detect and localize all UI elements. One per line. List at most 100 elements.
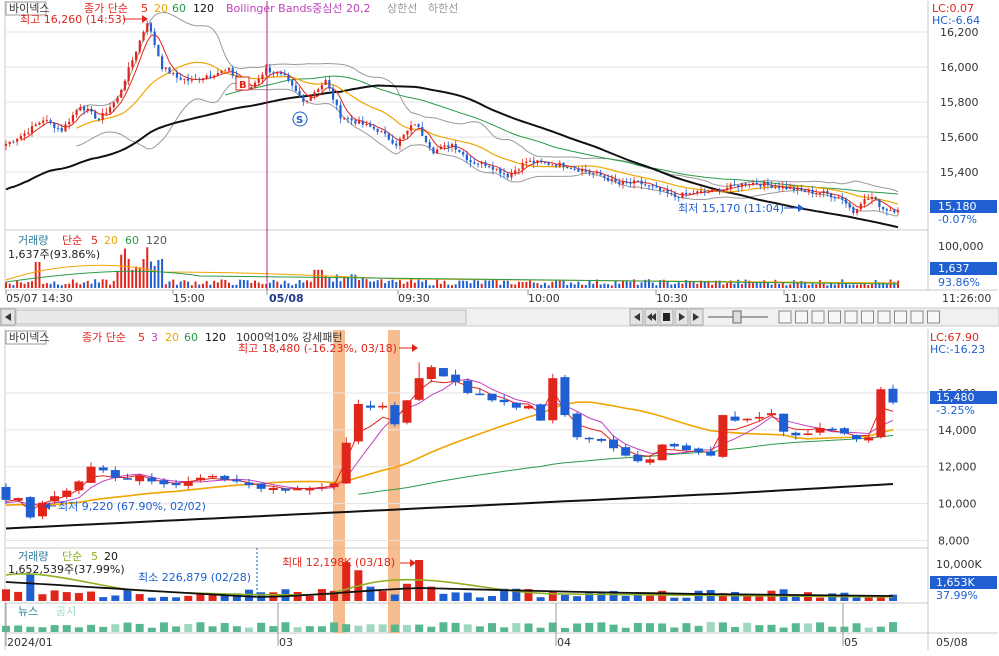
top-volume-bar [421,281,424,288]
news-bar [184,624,193,632]
bottom-volume-bar [111,595,120,601]
toolbar-tool-icon[interactable] [877,310,891,324]
top-volume-bar [454,284,457,288]
top-candle-body [488,166,491,168]
top-candle-body [120,89,123,98]
top-candle-body [718,189,721,192]
top-candle-body [803,190,807,192]
top-volume-bar [365,279,368,288]
top-candle-body [818,193,822,195]
bottom-volume-bar [87,591,96,601]
top-volume-bar [135,266,138,288]
top-time-label: 11:00 [784,292,816,305]
bottom-volume-bar [536,597,545,601]
top-volume-bar [306,280,309,288]
toolbar-tool-icon[interactable] [861,310,874,324]
top-candle-body [172,72,175,74]
top-candle-body [882,206,885,210]
top-volume-bar [462,280,465,288]
top-volume-bar [164,284,167,288]
top-candle-body [380,131,383,133]
top-candle-body [737,185,740,187]
toolbar-tool-icon[interactable] [894,310,907,324]
top-volume-bar [621,280,624,288]
top-candle-body [450,144,454,148]
zoom-slider-handle[interactable] [732,310,742,324]
top-volume-bar [674,283,676,288]
chart-canvas[interactable]: 15,400 15,600 15,800 16,000 16,200 바이넥스 종가 단… [0,0,999,652]
news-bar [731,626,740,632]
bottom-volume-bar [26,574,35,601]
top-candle-body [75,110,78,116]
bottom-volume-bar [439,593,448,601]
top-candle-body [391,139,394,144]
top-candle-body [558,162,561,167]
top-candle-body [644,184,647,186]
top-candle-body [651,185,654,187]
top-volume-bar [261,283,264,288]
top-candle-body [421,126,424,136]
top-candle-body [703,190,706,192]
news-bar [378,624,387,632]
top-candle-body [465,154,468,161]
bottom-candle-body [98,467,108,471]
top-candle-body [625,181,628,183]
top-candle-body [439,146,442,150]
top-candle-body [257,79,260,83]
news-bar [536,627,545,632]
top-candle-body [346,118,350,120]
top-candle-body [733,184,736,186]
bottom-candle-body [147,477,157,482]
top-volume-bar [562,280,565,288]
bottom-volume-bar [658,590,667,601]
bottom-volume-bar [876,597,885,601]
top-volume-bar [16,280,19,288]
top-candle-body [618,181,621,185]
news-bar [451,622,460,632]
toolbar-tool-icon[interactable] [910,310,924,324]
top-candle-body [38,122,41,125]
top-volume-box-value: 1,637 [938,262,970,275]
top-candle-body [94,111,97,119]
toolbar-tool-icon[interactable] [778,310,792,324]
top-candle-body [655,186,658,188]
bottom-candle-body [390,405,400,425]
top-volume-bar [142,259,145,288]
top-candle-body [696,191,699,194]
top-candle-body [395,143,398,146]
top-candle-body [343,118,346,120]
top-candle-body [201,78,205,80]
top-volume-legend-60: 60 [125,234,139,247]
top-candle-body [480,162,483,164]
news-bar [172,626,181,632]
top-candle-body [822,191,825,194]
bottom-volume-bar [305,595,314,601]
toolbar-tool-icon[interactable] [844,310,858,324]
toolbar-tool-icon[interactable] [795,310,808,324]
buy-marker-label: B [239,80,247,91]
top-candle-body [198,78,201,80]
toolbar-tool-icon[interactable] [811,310,825,324]
top-volume-bar [94,279,97,288]
top-volume-bar [86,280,89,288]
top-candle-body [796,187,799,191]
scroll-track[interactable] [15,309,467,325]
top-volume-bar [116,270,119,288]
bottom-candle-body [475,393,485,396]
news-bar [111,624,120,632]
top-candle-body [711,189,714,192]
top-volume-bar [755,282,758,288]
top-volume-bar [8,283,11,288]
top-candle-body [134,51,138,61]
bottom-candle-body [730,416,740,421]
toolbar-tool-icon[interactable] [927,310,940,324]
news-bar [840,626,849,632]
top-candle-body [547,162,550,165]
bottom-candle-body [657,444,667,461]
toolbar-tool-icon[interactable] [828,310,841,324]
top-candle-body [112,102,115,108]
top-candle-body [369,123,372,127]
bottom-candle-body [888,388,898,403]
top-volume-bar [536,283,539,288]
top-candle-body [543,161,547,163]
